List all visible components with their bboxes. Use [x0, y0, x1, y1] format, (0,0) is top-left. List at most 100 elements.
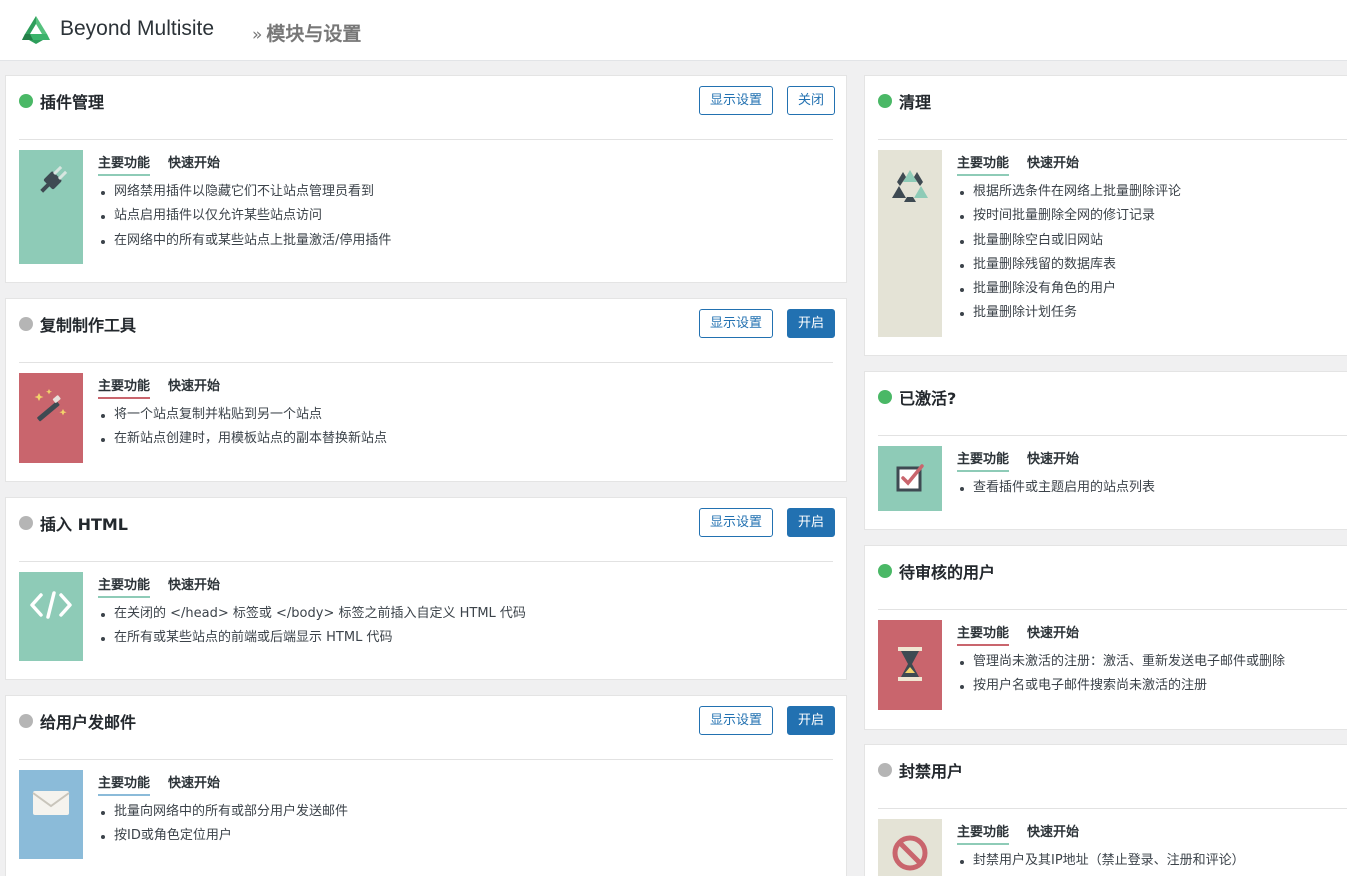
beyond-multisite-logo-icon — [22, 16, 50, 44]
status-dot-active — [878, 94, 892, 108]
module-thumbnail — [19, 373, 83, 463]
list-item: 网络禁用插件以隐藏它们不让站点管理员看到 — [98, 182, 391, 206]
module-card-pending-users: 待审核的用户 主要功能 快速开始 管理尚未激活的注册：激活、重新发送电子邮件或删… — [864, 545, 1347, 730]
feature-list: 查看插件或主题启用的站点列表 — [957, 478, 1155, 502]
tab-quick-start[interactable]: 快速开始 — [1027, 821, 1079, 843]
tab-quick-start[interactable]: 快速开始 — [168, 375, 220, 397]
module-title: 封禁用户 — [899, 762, 964, 781]
module-thumbnail — [19, 572, 83, 661]
status-dot-inactive — [19, 516, 33, 530]
module-card-email-users: 给用户发邮件 显示设置 开启 主要功能 快速开始 批量向网络中的所有或部分用户发… — [5, 695, 847, 876]
tab-quick-start[interactable]: 快速开始 — [168, 574, 220, 596]
list-item: 在新站点创建时，用模板站点的副本替换新站点 — [98, 429, 387, 453]
page-title: 模块与设置 — [266, 23, 362, 45]
module-card-is-active: 已激活? 主要功能 快速开始 查看插件或主题启用的站点列表 — [864, 371, 1347, 530]
list-item: 在网络中的所有或某些站点上批量激活/停用插件 — [98, 231, 391, 255]
activate-button[interactable]: 开启 — [787, 508, 835, 537]
tab-quick-start[interactable]: 快速开始 — [1027, 622, 1079, 644]
tab-main-features[interactable]: 主要功能 — [98, 574, 151, 598]
deactivate-button[interactable]: 关闭 — [787, 86, 835, 115]
module-thumbnail — [878, 620, 942, 710]
list-item: 管理尚未激活的注册：激活、重新发送电子邮件或删除 — [957, 652, 1285, 676]
divider — [19, 561, 833, 562]
top-bar: Beyond Multisite » 模块与设置 — [0, 0, 1347, 61]
divider — [19, 759, 833, 760]
list-item: 站点启用插件以仅允许某些站点访问 — [98, 206, 391, 230]
divider — [878, 609, 1347, 610]
show-settings-button[interactable]: 显示设置 — [699, 309, 773, 338]
list-item: 根据所选条件在网络上批量删除评论 — [957, 182, 1181, 206]
list-item: 批量向网络中的所有或部分用户发送邮件 — [98, 802, 348, 826]
breadcrumb: » 模块与设置 — [252, 19, 361, 46]
list-item: 在所有或某些站点的前端或后端显示 HTML 代码 — [98, 628, 526, 652]
tab-main-features[interactable]: 主要功能 — [98, 152, 151, 176]
module-card-cleanup: 清理 主要功能 快速开始 根据所选条件在网络上批量删除评论 按时间批量删除全网的… — [864, 75, 1347, 356]
show-settings-button[interactable]: 显示设置 — [699, 508, 773, 537]
list-item: 批量删除计划任务 — [957, 303, 1181, 327]
list-item: 在关闭的 </head> 标签或 </body> 标签之前插入自定义 HTML … — [98, 604, 526, 628]
feature-list: 将一个站点复制并粘贴到另一个站点 在新站点创建时，用模板站点的副本替换新站点 — [98, 405, 387, 454]
module-title: 给用户发邮件 — [40, 713, 137, 732]
status-dot-inactive — [19, 317, 33, 331]
feature-list: 批量向网络中的所有或部分用户发送邮件 按ID或角色定位用户 — [98, 802, 348, 851]
feature-list: 网络禁用插件以隐藏它们不让站点管理员看到 站点启用插件以仅允许某些站点访问 在网… — [98, 182, 391, 255]
list-item: 按用户名或电子邮件搜索尚未激活的注册 — [957, 676, 1285, 700]
status-dot-active — [878, 564, 892, 578]
module-card-insert-html: 插入 HTML 显示设置 开启 主要功能 快速开始 在关闭的 </head> 标… — [5, 497, 847, 680]
module-card-copier: 复制制作工具 显示设置 开启 主要功能 快速开始 将一个站点复制并粘贴到另一个站… — [5, 298, 847, 482]
tab-main-features[interactable]: 主要功能 — [957, 821, 1010, 845]
module-thumbnail — [878, 446, 942, 511]
module-title: 清理 — [899, 93, 932, 112]
list-item: 批量删除没有角色的用户 — [957, 279, 1181, 303]
code-icon — [30, 591, 72, 619]
list-item: 按时间批量删除全网的修订记录 — [957, 206, 1181, 230]
list-item: 查看插件或主题启用的站点列表 — [957, 478, 1155, 502]
feature-list: 根据所选条件在网络上批量删除评论 按时间批量删除全网的修订记录 批量删除空白或旧… — [957, 182, 1181, 328]
module-title: 复制制作工具 — [40, 316, 137, 335]
magic-wand-icon — [34, 389, 67, 422]
module-title: 已激活? — [899, 389, 957, 408]
ban-icon — [892, 835, 928, 871]
tab-quick-start[interactable]: 快速开始 — [168, 772, 220, 794]
module-title: 待审核的用户 — [899, 563, 996, 582]
recycle-icon — [892, 170, 928, 202]
hourglass-icon — [898, 647, 922, 681]
tab-quick-start[interactable]: 快速开始 — [1027, 152, 1079, 174]
divider — [19, 139, 833, 140]
status-dot-inactive — [19, 714, 33, 728]
show-settings-button[interactable]: 显示设置 — [699, 706, 773, 735]
list-item: 批量删除空白或旧网站 — [957, 231, 1181, 255]
divider — [878, 139, 1347, 140]
divider — [878, 435, 1347, 436]
activate-button[interactable]: 开启 — [787, 706, 835, 735]
list-item: 按ID或角色定位用户 — [98, 826, 348, 850]
tab-main-features[interactable]: 主要功能 — [957, 152, 1010, 176]
list-item: 批量删除残留的数据库表 — [957, 255, 1181, 279]
module-thumbnail — [878, 150, 942, 337]
list-item: 将一个站点复制并粘贴到另一个站点 — [98, 405, 387, 429]
brand-name: Beyond Multisite — [60, 17, 215, 40]
tab-quick-start[interactable]: 快速开始 — [168, 152, 220, 174]
tab-main-features[interactable]: 主要功能 — [957, 448, 1010, 472]
status-dot-active — [19, 94, 33, 108]
tab-main-features[interactable]: 主要功能 — [957, 622, 1010, 646]
status-dot-active — [878, 390, 892, 404]
breadcrumb-separator: » — [252, 25, 263, 45]
module-title: 插件管理 — [40, 93, 105, 112]
divider — [878, 808, 1347, 809]
activate-button[interactable]: 开启 — [787, 309, 835, 338]
show-settings-button[interactable]: 显示设置 — [699, 86, 773, 115]
tab-quick-start[interactable]: 快速开始 — [1027, 448, 1079, 470]
module-card-ban-users: 封禁用户 主要功能 快速开始 封禁用户及其IP地址（禁止登录、注册和评论） — [864, 744, 1347, 876]
module-card-plugin-manager: 插件管理 显示设置 关闭 主要功能 快速开始 网络禁用插件以隐藏它们不让站点管理… — [5, 75, 847, 283]
divider — [19, 362, 833, 363]
tab-main-features[interactable]: 主要功能 — [98, 375, 151, 399]
module-title: 插入 HTML — [40, 515, 128, 534]
tab-main-features[interactable]: 主要功能 — [98, 772, 151, 796]
envelope-icon — [32, 791, 70, 815]
module-thumbnail — [19, 770, 83, 859]
feature-list: 管理尚未激活的注册：激活、重新发送电子邮件或删除 按用户名或电子邮件搜索尚未激活… — [957, 652, 1285, 701]
checkbox-icon — [896, 464, 924, 492]
feature-list: 在关闭的 </head> 标签或 </body> 标签之前插入自定义 HTML … — [98, 604, 526, 653]
list-item: 封禁用户及其IP地址（禁止登录、注册和评论） — [957, 851, 1245, 875]
